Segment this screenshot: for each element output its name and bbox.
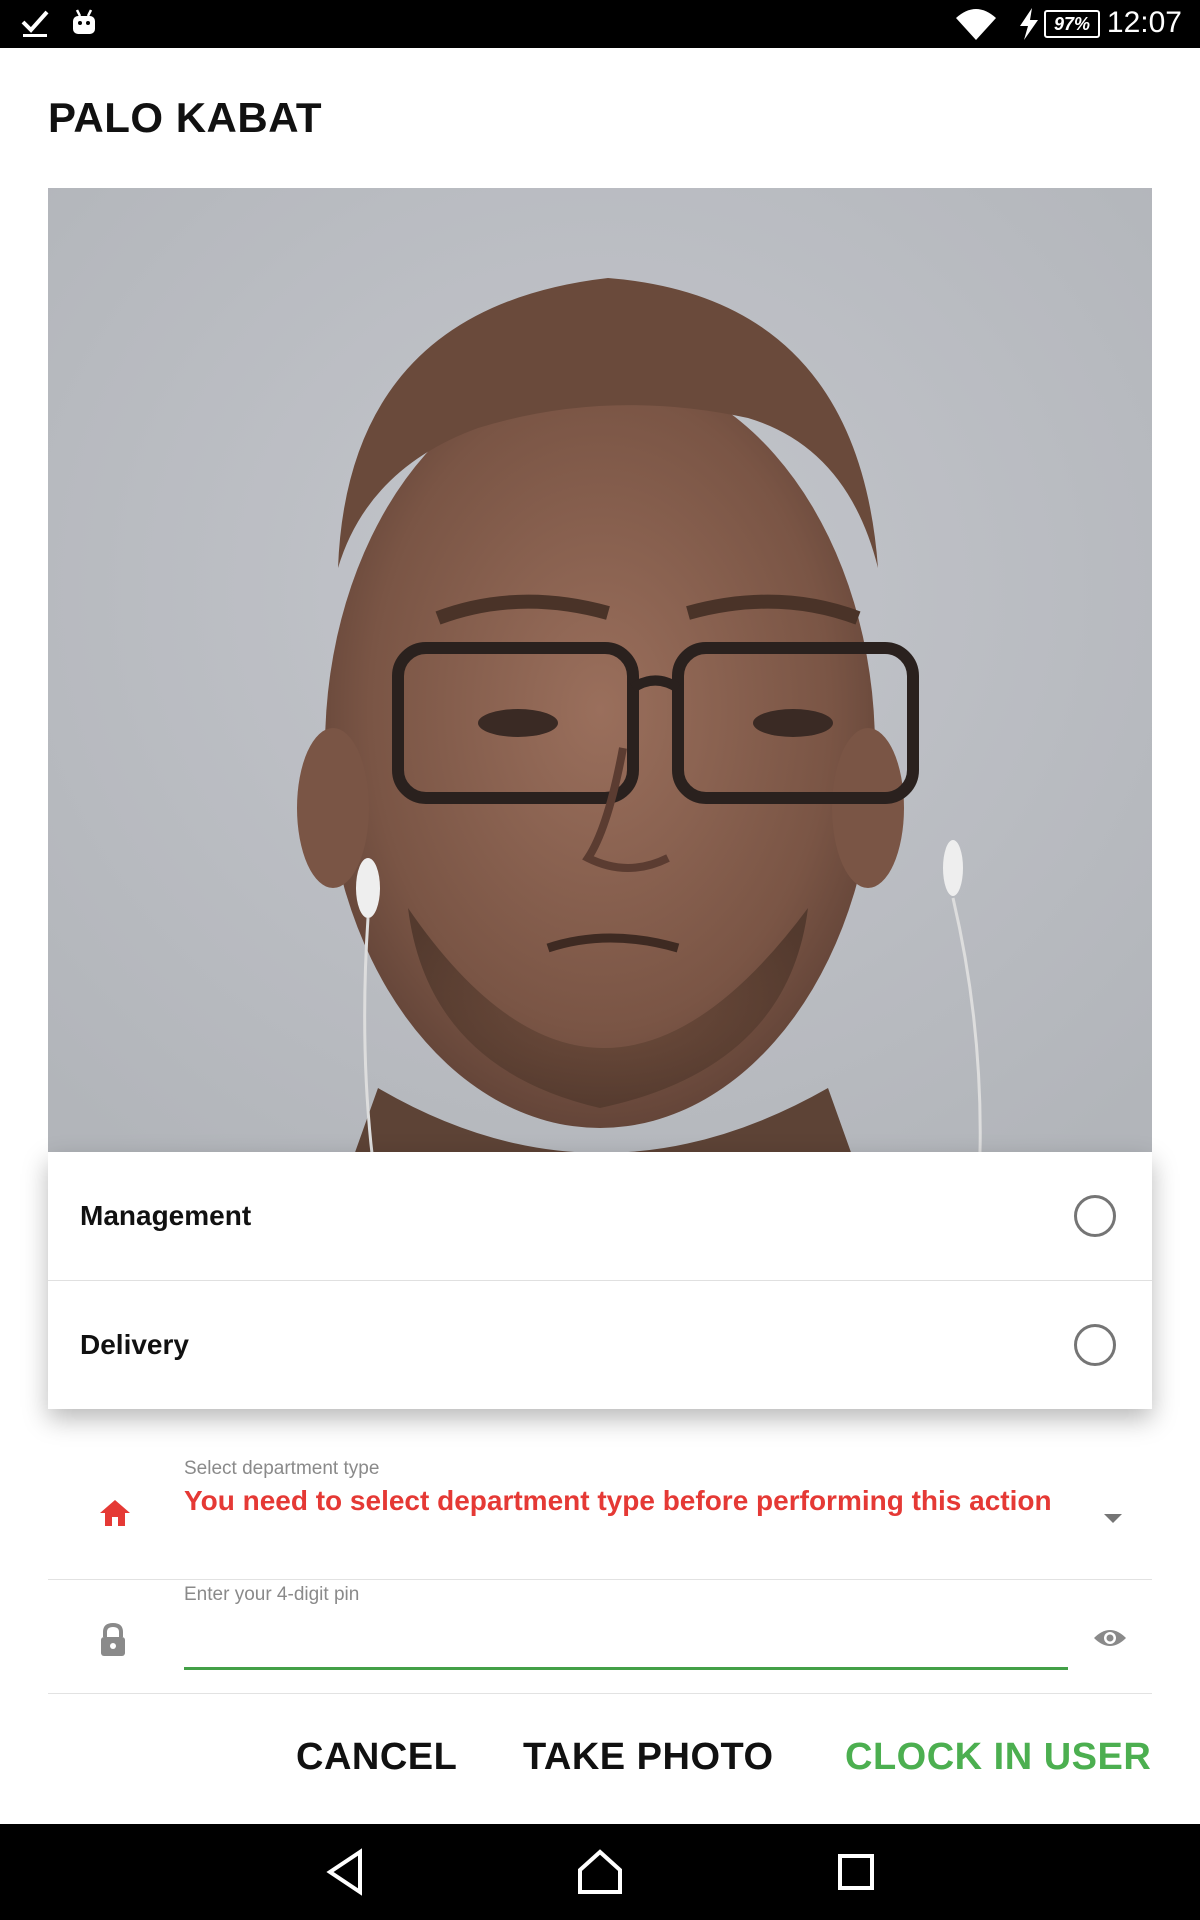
take-photo-button[interactable]: TAKE PHOTO — [523, 1736, 774, 1779]
home-nav-icon[interactable] — [570, 1842, 630, 1902]
wifi-icon — [954, 6, 998, 47]
battery-icon: 97% — [1044, 10, 1100, 38]
option-management[interactable]: Management — [48, 1152, 1152, 1279]
cancel-button[interactable]: CANCEL — [296, 1736, 457, 1779]
department-field-label: Select department type — [184, 1458, 380, 1479]
pin-input[interactable] — [184, 1614, 1068, 1668]
clock: 12:07 — [1106, 6, 1182, 39]
department-options-popup: Management Delivery — [48, 1152, 1152, 1409]
pin-field: Enter your 4-digit pin — [48, 1580, 1152, 1694]
pin-field-label: Enter your 4-digit pin — [184, 1584, 360, 1605]
clock-in-user-button[interactable]: CLOCK IN USER — [845, 1736, 1151, 1779]
pin-input-underline — [184, 1667, 1068, 1670]
lock-icon — [98, 1622, 128, 1663]
navigation-bar — [0, 1824, 1200, 1920]
radio-button[interactable] — [1074, 1323, 1116, 1366]
department-field[interactable]: Select department type You need to selec… — [48, 1452, 1152, 1578]
android-icon — [70, 8, 98, 43]
option-label: Management — [80, 1199, 252, 1231]
charging-bolt-icon — [1018, 8, 1040, 45]
option-label: Delivery — [80, 1328, 189, 1360]
recents-icon[interactable] — [826, 1842, 886, 1902]
home-icon — [98, 1498, 132, 1533]
option-delivery[interactable]: Delivery — [48, 1281, 1152, 1408]
status-bar: 97% 12:07 — [0, 0, 1200, 48]
department-error-message: You need to select department type befor… — [184, 1485, 1052, 1516]
chevron-down-icon[interactable] — [1104, 1514, 1122, 1523]
radio-button[interactable] — [1074, 1194, 1116, 1237]
checkmark-download-icon — [20, 8, 50, 45]
user-photo-image — [48, 188, 1152, 1200]
user-photo — [48, 188, 1152, 1200]
back-icon[interactable] — [316, 1842, 376, 1902]
divider — [48, 1693, 1152, 1694]
eye-icon[interactable] — [1092, 1626, 1128, 1655]
dialog-title: PALO KABAT — [48, 94, 323, 141]
